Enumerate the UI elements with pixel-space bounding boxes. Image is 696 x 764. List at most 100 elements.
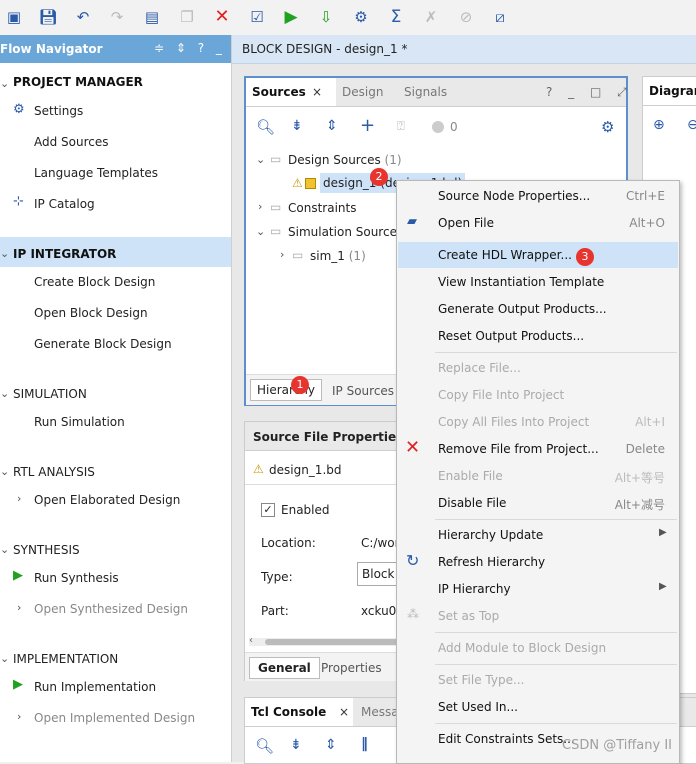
collapse-caret-icon[interactable]: ⌄ (0, 465, 9, 478)
unknown-file-icon[interactable]: ⍰ (397, 119, 405, 134)
flow-navigator-header-icons[interactable]: ≑ ⇕ ? _ (154, 41, 226, 55)
zoom-out-icon[interactable]: ⊖ (687, 117, 696, 133)
copy-icon[interactable]: ❐ (177, 7, 197, 27)
section-ip-integrator[interactable]: IP INTEGRATOR (13, 247, 116, 261)
sigma-icon[interactable]: Σ (386, 7, 406, 27)
tab-properties[interactable]: Properties (321, 661, 382, 675)
collapse-caret-icon[interactable]: ⌄ (0, 77, 9, 90)
menu-enable-file[interactable]: Enable File (438, 469, 503, 483)
nav-create-block-design[interactable]: Create Block Design (34, 275, 155, 289)
nav-run-simulation[interactable]: Run Simulation (34, 415, 125, 429)
nav-add-sources[interactable]: Add Sources (34, 135, 109, 149)
menu-view-instantiation-template[interactable]: View Instantiation Template (438, 275, 604, 289)
expand-caret-icon[interactable]: › (258, 200, 262, 213)
collapse-caret-icon[interactable]: ⌄ (0, 387, 9, 400)
folder-icon[interactable]: ▣ (4, 7, 24, 27)
expand-caret-icon[interactable]: › (280, 248, 284, 261)
section-simulation[interactable]: SIMULATION (13, 387, 87, 401)
delete-icon[interactable]: ✕ (212, 7, 232, 27)
gear-icon[interactable]: ⚙ (351, 7, 371, 27)
tab-hierarchy[interactable]: Hierarchy (250, 379, 323, 401)
report-icon[interactable]: ▤ (142, 7, 162, 27)
collapse-caret-icon[interactable]: ⌄ (0, 247, 9, 260)
menu-ip-hierarchy[interactable]: IP Hierarchy (438, 582, 511, 596)
search-icon[interactable]: 🔍︎ (256, 118, 275, 136)
menu-hierarchy-update[interactable]: Hierarchy Update (438, 528, 543, 542)
expand-caret-icon[interactable]: › (17, 492, 21, 505)
checkbox-icon[interactable]: ☑ (247, 7, 267, 27)
tab-ip-sources[interactable]: IP Sources (332, 384, 394, 398)
gear-icon[interactable]: ⚙ (601, 118, 614, 136)
expand-all-icon[interactable]: ⇕ (326, 118, 338, 134)
zoom-in-icon[interactable]: ⊕ (653, 117, 665, 133)
section-rtl-analysis[interactable]: RTL ANALYSIS (13, 465, 95, 479)
nav-open-elaborated-design[interactable]: Open Elaborated Design (34, 493, 180, 507)
tree-constraints[interactable]: Constraints (288, 201, 356, 215)
download-icon[interactable]: ⇩ (316, 7, 336, 27)
collapse-caret-icon[interactable]: ⌄ (0, 652, 9, 665)
collapse-all-icon[interactable]: ⇟ (290, 737, 302, 753)
undo-icon[interactable]: ↶ (73, 7, 93, 27)
tab-sources[interactable]: Sources × (246, 78, 336, 106)
section-synthesis[interactable]: SYNTHESIS (13, 543, 80, 557)
fade-icon[interactable]: ⊘ (456, 7, 476, 27)
redo-icon[interactable]: ↷ (107, 7, 127, 27)
tree-design-sources[interactable]: Design Sources (1) (288, 153, 402, 167)
search-icon[interactable]: 🔍︎ (255, 737, 274, 755)
nav-ip-catalog[interactable]: IP Catalog (34, 197, 95, 211)
menu-refresh-hierarchy[interactable]: Refresh Hierarchy (438, 555, 545, 569)
nav-open-implemented-design[interactable]: Open Implemented Design (34, 711, 195, 725)
scrollbar-thumb[interactable] (265, 639, 405, 645)
collapse-all-icon[interactable]: ⇟ (291, 118, 303, 134)
menu-generate-output-products[interactable]: Generate Output Products... (438, 302, 607, 316)
scroll-left-icon[interactable]: ‹ (249, 635, 253, 646)
expand-caret-icon[interactable]: › (17, 601, 21, 614)
collapse-caret-icon[interactable]: ⌄ (256, 153, 265, 166)
nav-settings[interactable]: Settings (34, 104, 83, 118)
menu-open-file[interactable]: Open File (438, 216, 494, 230)
save-icon[interactable]: 💾︎ (38, 7, 58, 27)
menu-set-as-top[interactable]: Set as Top (438, 609, 499, 623)
pause-icon[interactable]: ‖ (361, 736, 368, 752)
tab-general[interactable]: General (249, 657, 320, 679)
tab-diagram[interactable]: Diagram (643, 77, 696, 105)
tree-simulation-sources[interactable]: Simulation Sources (288, 225, 403, 239)
tab-tcl-console[interactable]: Tcl Console × (245, 698, 353, 726)
enabled-label: Enabled (281, 503, 330, 517)
expand-caret-icon[interactable]: › (17, 710, 21, 723)
menu-edit-constraints-sets[interactable]: Edit Constraints Sets... (438, 732, 575, 746)
close-icon[interactable]: × (339, 698, 349, 726)
add-icon[interactable]: + (360, 115, 375, 136)
menu-create-hdl-wrapper[interactable]: Create HDL Wrapper... (438, 248, 572, 262)
broken-tool-icon[interactable]: ✗ (421, 7, 441, 27)
nav-run-implementation[interactable]: Run Implementation (34, 680, 156, 694)
nav-open-block-design[interactable]: Open Block Design (34, 306, 148, 320)
menu-copy-all-files-into-project[interactable]: Copy All Files Into Project (438, 415, 589, 429)
menu-set-file-type[interactable]: Set File Type... (438, 673, 524, 687)
nav-run-synthesis[interactable]: Run Synthesis (34, 571, 119, 585)
menu-add-module-to-block-design[interactable]: Add Module to Block Design (438, 641, 606, 655)
ban-icon[interactable]: ⧄ (490, 7, 510, 27)
tab-signals[interactable]: Signals (398, 78, 453, 106)
section-implementation[interactable]: IMPLEMENTATION (13, 652, 118, 666)
panel-window-icons[interactable]: ? _ □ ⤢ (546, 85, 633, 100)
enabled-checkbox[interactable]: ✓ (261, 503, 275, 517)
nav-open-synthesized-design[interactable]: Open Synthesized Design (34, 602, 188, 616)
collapse-caret-icon[interactable]: ⌄ (0, 543, 9, 556)
expand-all-icon[interactable]: ⇕ (325, 737, 337, 753)
menu-set-used-in[interactable]: Set Used In... (438, 700, 518, 714)
run-icon[interactable]: ▶ (281, 7, 301, 27)
menu-copy-file-into-project[interactable]: Copy File Into Project (438, 388, 564, 402)
nav-language-templates[interactable]: Language Templates (34, 166, 158, 180)
tab-design[interactable]: Design (336, 78, 389, 106)
close-icon[interactable]: × (312, 78, 322, 106)
menu-remove-file[interactable]: Remove File from Project... (438, 442, 599, 456)
menu-disable-file[interactable]: Disable File (438, 496, 506, 510)
menu-replace-file[interactable]: Replace File... (438, 361, 521, 375)
section-project-manager[interactable]: PROJECT MANAGER (13, 75, 143, 89)
menu-source-node-properties[interactable]: Source Node Properties... (438, 189, 590, 203)
collapse-caret-icon[interactable]: ⌄ (256, 225, 265, 238)
tree-sim-1[interactable]: sim_1 (1) (310, 249, 366, 263)
menu-reset-output-products[interactable]: Reset Output Products... (438, 329, 584, 343)
nav-generate-block-design[interactable]: Generate Block Design (34, 337, 172, 351)
